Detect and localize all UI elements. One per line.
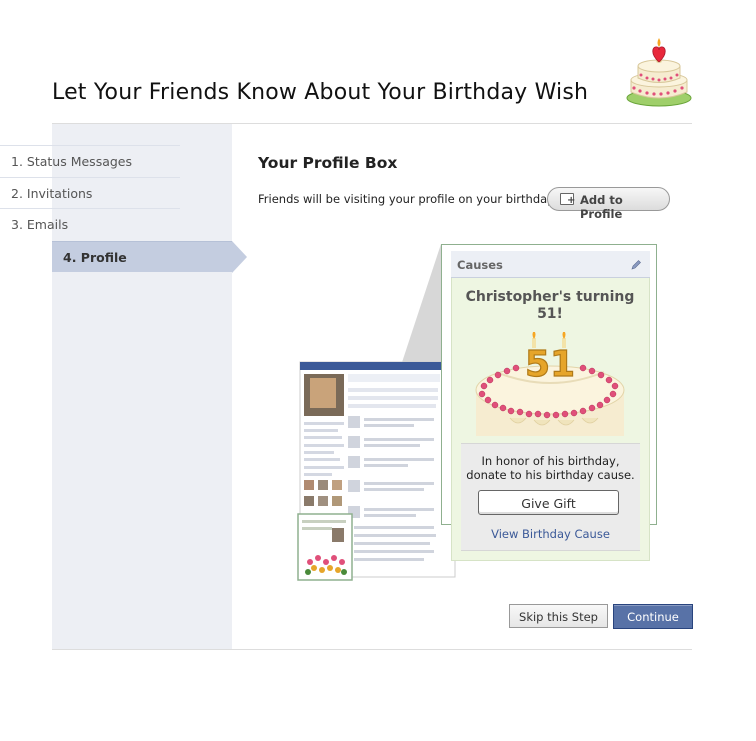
- add-to-profile-button[interactable]: Add to Profile: [547, 187, 670, 221]
- skip-step-button[interactable]: Skip this Step: [509, 604, 608, 628]
- cake-number: 51: [525, 344, 575, 385]
- honor-line-2: donate to his birthday cause.: [466, 468, 635, 482]
- footer-divider: [52, 649, 692, 650]
- pencil-icon[interactable]: [630, 259, 642, 271]
- view-birthday-cause-link[interactable]: View Birthday Cause: [461, 527, 640, 541]
- turning-line-2: 51!: [537, 306, 563, 322]
- add-box-icon: [560, 193, 575, 206]
- active-step-arrow: [232, 241, 247, 273]
- honor-text: In honor of his birthday, donate to his …: [461, 454, 640, 482]
- continue-button[interactable]: Continue: [613, 604, 693, 629]
- birthday-cake-illustration: 51: [475, 332, 625, 436]
- step-emails[interactable]: 3. Emails: [0, 208, 180, 239]
- birthday-headline: Christopher's turning 51!: [455, 289, 645, 323]
- section-title: Your Profile Box: [258, 154, 398, 172]
- step-profile[interactable]: 4. Profile: [52, 241, 232, 272]
- step-invitations[interactable]: 2. Invitations: [0, 177, 180, 208]
- honor-line-1: In honor of his birthday,: [481, 454, 620, 468]
- page-title: Let Your Friends Know About Your Birthda…: [52, 80, 589, 105]
- causes-title: Causes: [457, 258, 503, 272]
- add-to-profile-label: Add to Profile: [580, 193, 623, 221]
- profile-description: Friends will be visiting your profile on…: [258, 192, 558, 206]
- birthday-cake-icon: [626, 38, 692, 107]
- turning-line-1: Christopher's turning: [465, 289, 635, 305]
- step-status-messages[interactable]: 1. Status Messages: [0, 145, 180, 176]
- give-gift-button[interactable]: Give Gift: [478, 490, 619, 515]
